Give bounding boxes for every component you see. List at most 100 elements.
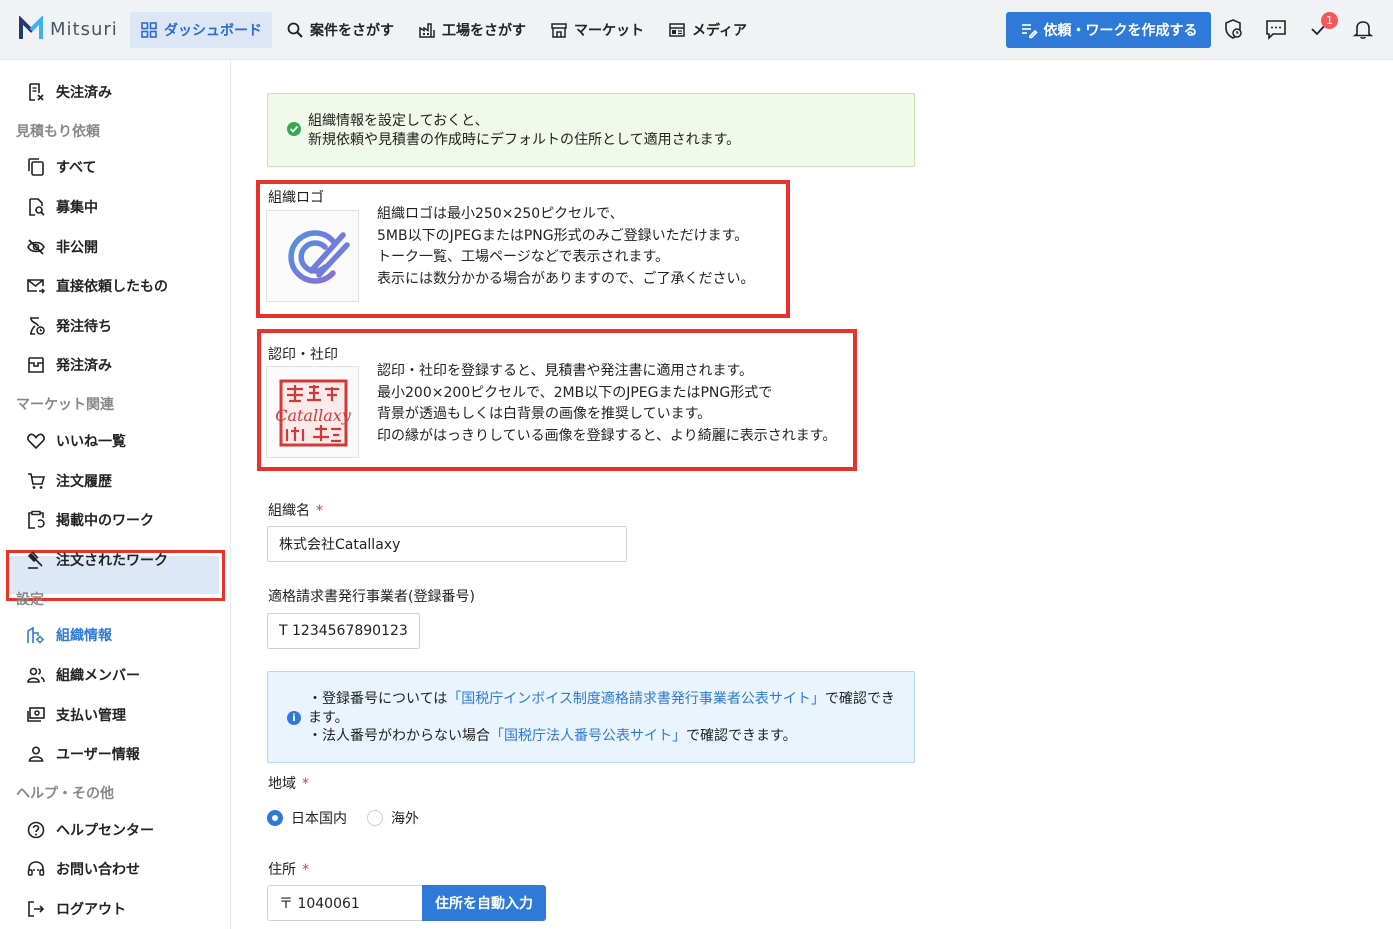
edit-list-icon [1021, 24, 1038, 39]
required-mark: * [316, 503, 323, 519]
notice-line: 新規依頼や見積書の作成時にデフォルトの住所として適用されます。 [308, 132, 741, 148]
nav-find-projects[interactable]: 案件をさがす [276, 12, 404, 48]
nav-find-projects-label: 案件をさがす [310, 23, 394, 39]
desc-line: 認印・社印を登録すると、見積書や発注書に適用されます。 [377, 363, 754, 379]
region-overseas-radio[interactable] [367, 810, 383, 826]
tray-icon [28, 357, 44, 373]
logout-icon [28, 901, 45, 917]
desc-line: 組織ロゴは最小250×250ピクセルで、 [377, 206, 624, 222]
sidebar-item-label: 注文されたワーク [56, 553, 168, 569]
user-icon [28, 746, 44, 762]
nav-dashboard[interactable]: ダッシュボード [130, 12, 272, 48]
required-mark: * [302, 862, 309, 878]
sidebar-item-label: 組織情報 [56, 628, 112, 644]
factory-icon [419, 23, 435, 38]
company-seal-icon: Catallaxy [275, 379, 352, 447]
mitsuri-logo-icon [19, 16, 43, 39]
region-label: 地域 * [268, 773, 309, 793]
nav-find-factories[interactable]: 工場をさがす [408, 12, 536, 48]
document-search-icon [29, 198, 45, 216]
catallaxy-logo-icon [288, 230, 350, 284]
region-domestic-radio[interactable] [267, 810, 283, 826]
sidebar-item-ordered[interactable]: 発注済み [26, 355, 112, 375]
sidebar-item-all[interactable]: すべて [26, 157, 96, 177]
org-name-label-text: 組織名 [268, 503, 310, 519]
sidebar-item-label: すべて [56, 160, 97, 176]
top-header: Mitsuri ダッシュボード 案件をさがす 工場をさがす マーケット メディア… [0, 0, 1393, 60]
eye-off-icon [27, 239, 45, 255]
sidebar-item-members[interactable]: 組織メンバー [26, 665, 140, 685]
sidebar-item-label: 発注待ち [56, 319, 112, 335]
copy-icon [28, 158, 44, 176]
sidebar-item-recruiting[interactable]: 募集中 [26, 197, 98, 217]
sidebar-item-likes[interactable]: いいね一覧 [26, 431, 126, 451]
heart-icon [27, 433, 45, 450]
defaults-notice-text: 組織情報を設定しておくと、 新規依頼や見積書の作成時にデフォルトの住所として適用… [308, 112, 740, 150]
desc-line: 背景が透過もしくは白背景の画像を推奨しています。 [377, 406, 712, 422]
sidebar-item-direct[interactable]: 直接依頼したもの [26, 276, 168, 296]
help-circle-icon [27, 821, 45, 839]
sidebar-item-label: 非公開 [56, 240, 98, 256]
invoice-number-input[interactable]: T 1234567890123 [267, 613, 420, 649]
sidebar-item-awaiting[interactable]: 発注待ち [26, 316, 112, 336]
region-label-text: 地域 [268, 776, 296, 792]
document-x-icon [29, 83, 44, 101]
sidebar-item-listed-works[interactable]: 掲載中のワーク [26, 510, 154, 530]
auto-fill-address-button[interactable]: 住所を自動入力 [422, 885, 546, 921]
newspaper-icon [669, 23, 685, 37]
gavel-icon [27, 551, 43, 569]
sidebar-item-logout[interactable]: ログアウト [26, 899, 126, 919]
postal-code-input[interactable]: 〒 1040061 [267, 885, 423, 921]
sidebar-item-orders[interactable]: 注文履歴 [26, 471, 112, 491]
sidebar-item-label: お問い合わせ [56, 862, 140, 878]
seal-section-label: 認印・社印 [268, 347, 338, 363]
create-request-button[interactable]: 依頼・ワークを作成する [1006, 12, 1211, 48]
invoice-site-link[interactable]: 「国税庁インボイス制度適格請求書発行事業者公表サイト」 [447, 691, 825, 707]
sidebar-item-ordered-works[interactable]: 注文されたワーク [26, 550, 168, 570]
sidebar-item-label: 組織メンバー [56, 668, 140, 684]
logo-text: Mitsuri [50, 18, 118, 40]
invoice-number-label: 適格請求書発行事業者(登録番号) [268, 589, 475, 605]
address-label: 住所 * [268, 859, 309, 879]
hourglass-icon [30, 317, 45, 335]
required-mark: * [302, 776, 309, 792]
sidebar-item-user-info[interactable]: ユーザー情報 [26, 744, 140, 764]
sidebar-item-org-info[interactable]: 組織情報 [26, 625, 112, 645]
sidebar-item-label: 募集中 [56, 200, 98, 216]
region-overseas-label[interactable]: 海外 [391, 808, 419, 828]
region-domestic-label[interactable]: 日本国内 [291, 808, 347, 828]
sidebar-item-label: ヘルプセンター [56, 823, 154, 839]
sidebar-item-label: 直接依頼したもの [56, 279, 168, 295]
corporate-number-site-link[interactable]: 「国税庁法人番号公表サイト」 [490, 728, 686, 744]
notice-line: 組織情報を設定しておくと、 [308, 113, 489, 129]
nav-dashboard-label: ダッシュボード [164, 23, 262, 39]
mitsuri-logo[interactable]: Mitsuri [18, 16, 118, 42]
logo-section-label: 組織ロゴ [268, 190, 324, 206]
address-label-text: 住所 [268, 862, 296, 878]
org-name-input[interactable]: 株式会社Catallaxy [267, 526, 627, 562]
grid-icon [141, 22, 157, 38]
headset-icon [27, 861, 45, 876]
nav-market[interactable]: マーケット [540, 12, 654, 48]
clipboard-refresh-icon [28, 510, 45, 529]
desc-line: 表示には数分かかる場合がありますので、ご了承ください。 [377, 270, 755, 287]
chat-icon[interactable] [1265, 18, 1287, 40]
bell-icon[interactable] [1352, 18, 1374, 40]
mail-arrow-icon [27, 279, 46, 294]
shield-clock-icon[interactable] [1223, 18, 1245, 40]
sidebar-item-private[interactable]: 非公開 [26, 237, 98, 257]
svg-text:Catallaxy: Catallaxy [275, 406, 352, 425]
sidebar-item-help-center[interactable]: ヘルプセンター [26, 820, 154, 840]
sidebar-item-contact[interactable]: お問い合わせ [26, 859, 140, 879]
check-circle-icon [287, 122, 301, 136]
org-name-label: 組織名 * [268, 500, 323, 520]
desc-line: 5MB以下のJPEGまたはPNG形式のみご登録いただけます。 [377, 227, 749, 244]
seal-description: 認印・社印を登録すると、見積書や発注書に適用されます。 最小200×200ピクセ… [377, 361, 836, 447]
sidebar-item-payment[interactable]: 支払い管理 [26, 705, 126, 725]
sidebar-item-lost[interactable]: 失注済み [26, 82, 112, 102]
defaults-notice: 組織情報を設定しておくと、 新規依頼や見積書の作成時にデフォルトの住所として適用… [267, 93, 915, 167]
sidebar-section-settings: 設定 [16, 592, 44, 608]
nav-media[interactable]: メディア [658, 12, 757, 48]
seal-upload[interactable]: Catallaxy [266, 366, 359, 458]
logo-upload[interactable] [266, 210, 359, 302]
